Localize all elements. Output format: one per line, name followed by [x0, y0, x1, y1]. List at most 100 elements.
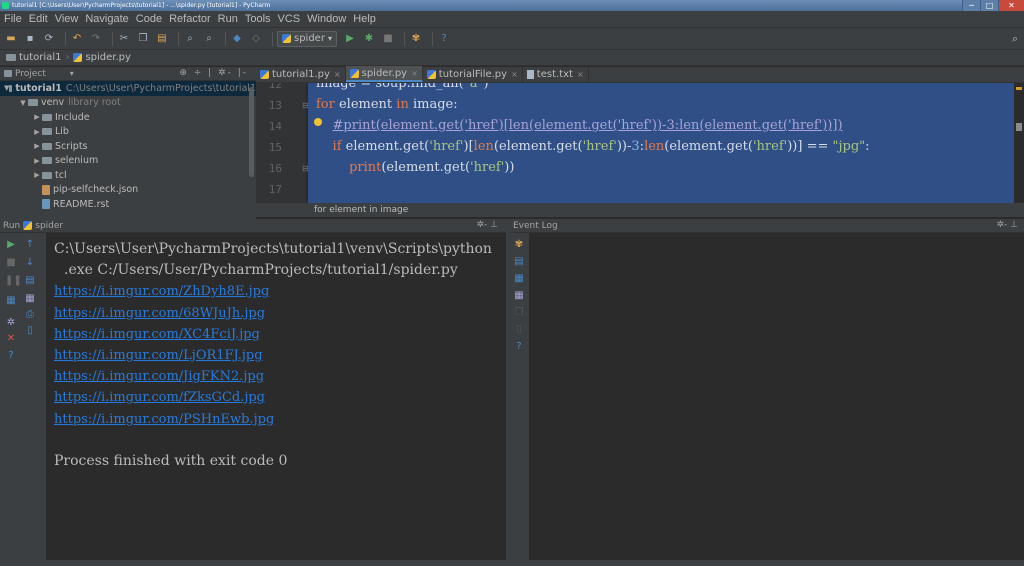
tree-item[interactable]: ▼ venv library root	[0, 96, 256, 111]
tree-item[interactable]: ▶ selenium	[0, 154, 256, 169]
minimize-button[interactable]: ─	[962, 0, 980, 11]
save-icon[interactable]: ▪	[23, 32, 37, 46]
tree-item[interactable]: ▶ Lib	[0, 125, 256, 140]
project-pane-title[interactable]: Project	[15, 69, 46, 79]
redo-icon[interactable]: ↷	[89, 32, 103, 46]
expand-arrow-icon[interactable]: ▼	[18, 99, 28, 107]
chevron-down-icon[interactable]: ▾	[70, 69, 74, 78]
scroll-down-icon[interactable]: ↓	[24, 257, 36, 269]
console-link[interactable]: https://i.imgur.com/PSHnEwb.jpg	[54, 409, 506, 430]
collapse-arrow-icon[interactable]: ▶	[32, 171, 42, 179]
editor-tab[interactable]: tutorial1.py ×	[256, 66, 346, 82]
pause-icon[interactable]: ❚❚	[5, 275, 22, 287]
intention-bulb-icon[interactable]	[314, 118, 322, 126]
event-log-settings-icon[interactable]: ✲- ⊥	[997, 220, 1019, 230]
vcs-icon[interactable]: ✾	[409, 32, 423, 46]
layout-icon[interactable]: ▦	[5, 295, 17, 307]
forward-icon[interactable]: ◇	[249, 32, 263, 46]
tree-item[interactable]: ▶ Scripts	[0, 139, 256, 154]
menu-help[interactable]: Help	[353, 13, 376, 25]
trash-icon[interactable]: ▯	[24, 325, 36, 337]
tree-item[interactable]: README.rst	[0, 197, 256, 212]
soft-wrap-icon[interactable]: ▤	[513, 256, 525, 268]
run-configuration-select[interactable]: spider ▾	[277, 30, 337, 47]
collapse-arrow-icon[interactable]: ▶	[32, 157, 42, 165]
code-line[interactable]: image = soup.find_all("a")	[316, 83, 489, 91]
debug-icon[interactable]: ✱	[362, 32, 376, 46]
close-tab-icon[interactable]: ×	[411, 69, 418, 78]
nav-project-crumb[interactable]: tutorial1	[19, 52, 61, 63]
event-log-content[interactable]	[529, 233, 1024, 566]
run-panel-settings-icon[interactable]: ✲- ⊥	[477, 220, 499, 230]
editor-tab[interactable]: test.txt ×	[523, 66, 589, 82]
run-tab-spider[interactable]: spider	[35, 221, 63, 231]
open-icon[interactable]: ▬	[4, 32, 18, 46]
editor-error-stripe[interactable]	[1014, 83, 1024, 203]
tree-item[interactable]: pip-selfcheck.json	[0, 183, 256, 198]
project-scrollbar[interactable]	[249, 87, 254, 177]
close-tab-icon[interactable]: ×	[577, 70, 584, 79]
run-icon[interactable]: ▶	[343, 32, 357, 46]
close-tab-icon[interactable]: ×	[334, 70, 341, 79]
tree-item[interactable]: ▶ tcl	[0, 168, 256, 183]
menu-vcs[interactable]: VCS	[278, 13, 301, 25]
editor-tab[interactable]: spider.py ×	[345, 66, 423, 82]
code-line[interactable]: if element.get('href')[len(element.get('…	[316, 139, 870, 154]
tree-item[interactable]: ▶ Include	[0, 110, 256, 125]
collapse-arrow-icon[interactable]: ▶	[32, 128, 42, 136]
console-link[interactable]: https://i.imgur.com/68WJuJh.jpg	[54, 303, 506, 324]
console-link[interactable]: https://i.imgur.com/LjOR1FJ.jpg	[54, 345, 506, 366]
copy-icon[interactable]: ❐	[513, 307, 525, 319]
rerun-icon[interactable]: ▶	[5, 239, 17, 251]
scroll-to-end-icon[interactable]: ▦	[24, 293, 36, 305]
find-icon[interactable]: ⌕	[183, 32, 197, 46]
stop-icon[interactable]: ■	[381, 32, 395, 46]
search-icon[interactable]: ⌕	[1012, 32, 1018, 46]
code-line[interactable]: for element in image:	[316, 97, 458, 112]
code-editor[interactable]: 12 13 14 15 16 17 ⊟ ⊟ image = soup.find_all("a"…	[256, 83, 1024, 203]
trash-icon[interactable]: ▯	[513, 324, 525, 336]
help-icon[interactable]: ?	[513, 341, 525, 353]
undo-icon[interactable]: ↶	[70, 32, 84, 46]
close-button[interactable]: ✕	[998, 0, 1024, 11]
tree-item[interactable]: ▼ tutorial1 C:\Users\User\PycharmProjects\…	[0, 81, 256, 96]
nav-file-crumb[interactable]: spider.py	[85, 52, 130, 63]
code-selection-area[interactable]: image = soup.find_all("a")for element in…	[308, 83, 1014, 203]
scroll-to-end-icon[interactable]: ▦	[513, 273, 525, 285]
code-line[interactable]: #print(element.get('href')[len(element.g…	[316, 118, 843, 133]
help-icon[interactable]: ?	[437, 32, 451, 46]
project-pane-header-icons[interactable]: ⊕ ÷ | ✲- |-	[179, 68, 248, 78]
soft-wrap-icon[interactable]: ▤	[24, 275, 36, 287]
close-tab-icon[interactable]: ×	[511, 70, 518, 79]
stripe-marker[interactable]	[1016, 87, 1022, 90]
run-console-output[interactable]: C:\Users\User\PycharmProjects\tutorial1\…	[46, 233, 506, 566]
stop-icon[interactable]: ■	[5, 257, 17, 269]
menu-run[interactable]: Run	[218, 13, 238, 25]
cut-icon[interactable]: ✂	[117, 32, 131, 46]
copy-icon[interactable]: ❐	[136, 32, 150, 46]
editor-breadcrumb[interactable]: for element in image	[256, 203, 1024, 217]
menu-edit[interactable]: Edit	[29, 13, 48, 25]
editor-tab[interactable]: tutorialFile.py ×	[423, 66, 523, 82]
console-link[interactable]: https://i.imgur.com/fZksGCd.jpg	[54, 387, 506, 408]
sync-icon[interactable]: ⟳	[42, 32, 56, 46]
menu-code[interactable]: Code	[136, 13, 162, 25]
menu-tools[interactable]: Tools	[245, 13, 271, 25]
mark-read-icon[interactable]: ▦	[513, 290, 525, 302]
paste-icon[interactable]: ▤	[155, 32, 169, 46]
maximize-button[interactable]: □	[980, 0, 998, 11]
pin-icon[interactable]: ✲	[5, 317, 17, 329]
menu-window[interactable]: Window	[307, 13, 346, 25]
collapse-arrow-icon[interactable]: ▶	[32, 113, 42, 121]
console-link[interactable]: https://i.imgur.com/XC4FciJ.jpg	[54, 324, 506, 345]
scroll-up-icon[interactable]: ↑	[24, 239, 36, 251]
collapse-arrow-icon[interactable]: ▶	[32, 142, 42, 150]
back-icon[interactable]: ◆	[230, 32, 244, 46]
menu-navigate[interactable]: Navigate	[85, 13, 128, 25]
replace-icon[interactable]: ⌕	[202, 32, 216, 46]
menu-refactor[interactable]: Refactor	[169, 13, 211, 25]
help-icon[interactable]: ?	[5, 350, 17, 362]
menu-file[interactable]: File	[4, 13, 22, 25]
stripe-marker[interactable]	[1016, 123, 1022, 131]
console-link[interactable]: https://i.imgur.com/ZhDyh8E.jpg	[54, 281, 506, 302]
